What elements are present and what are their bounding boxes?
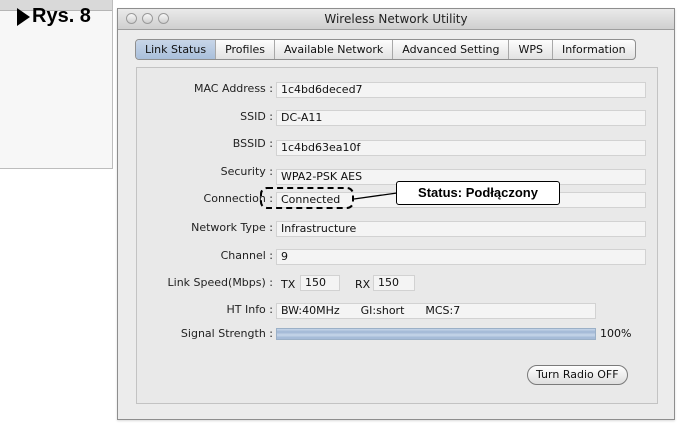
ht-bw-value: BW:40MHz (281, 304, 340, 317)
title-bar[interactable]: Wireless Network Utility (118, 9, 674, 30)
network-type-label: Network Type : (191, 221, 273, 234)
ht-mcs-value: MCS:7 (425, 304, 461, 317)
turn-radio-off-button[interactable]: Turn Radio OFF (527, 365, 628, 385)
mac-address-value: 1c4bd6deced7 (276, 82, 646, 98)
link-speed-label: Link Speed(Mbps) : (167, 276, 273, 289)
network-type-value: Infrastructure (276, 221, 646, 237)
arrow-icon (17, 7, 30, 26)
ht-info-field: BW:40MHz GI:short MCS:7 (276, 303, 596, 319)
signal-strength-bar (276, 328, 596, 340)
figure-label: Rys. 8 (17, 5, 91, 28)
signal-strength-label: Signal Strength : (180, 327, 273, 340)
tx-label: TX (281, 278, 296, 291)
tab-available-network[interactable]: Available Network (275, 40, 394, 59)
channel-label: Channel : (220, 249, 273, 262)
signal-strength-percent: 100% (600, 327, 632, 340)
tab-bar: Link Status Profiles Available Network A… (135, 39, 636, 60)
ssid-label: SSID : (240, 110, 273, 123)
security-label: Security : (220, 165, 273, 178)
utility-window: Wireless Network Utility Link Status Pro… (117, 8, 675, 420)
signal-strength-fill (277, 329, 595, 339)
connection-highlight-box (260, 187, 354, 209)
link-status-panel: MAC Address : 1c4bd6deced7 SSID : DC-A11… (136, 67, 658, 404)
figure-label-text: Rys. 8 (32, 5, 91, 27)
status-callout: Status: Podłączony (396, 181, 560, 205)
tab-profiles[interactable]: Profiles (216, 40, 276, 59)
tab-wps[interactable]: WPS (509, 40, 553, 59)
rx-value: 150 (373, 275, 415, 291)
ht-gi-value: GI:short (360, 304, 405, 317)
ssid-value: DC-A11 (276, 110, 646, 126)
ht-info-label: HT Info : (226, 303, 273, 316)
bssid-value: 1c4bd63ea10f (276, 140, 646, 156)
tab-link-status[interactable]: Link Status (136, 40, 217, 59)
bssid-label: BSSID : (232, 137, 273, 150)
tx-value: 150 (300, 275, 340, 291)
window-title: Wireless Network Utility (324, 12, 468, 26)
mac-address-label: MAC Address : (193, 82, 273, 95)
rx-label: RX (355, 278, 371, 291)
channel-value: 9 (276, 249, 646, 265)
tab-advanced-setting[interactable]: Advanced Setting (393, 40, 510, 59)
tab-information[interactable]: Information (553, 40, 635, 59)
